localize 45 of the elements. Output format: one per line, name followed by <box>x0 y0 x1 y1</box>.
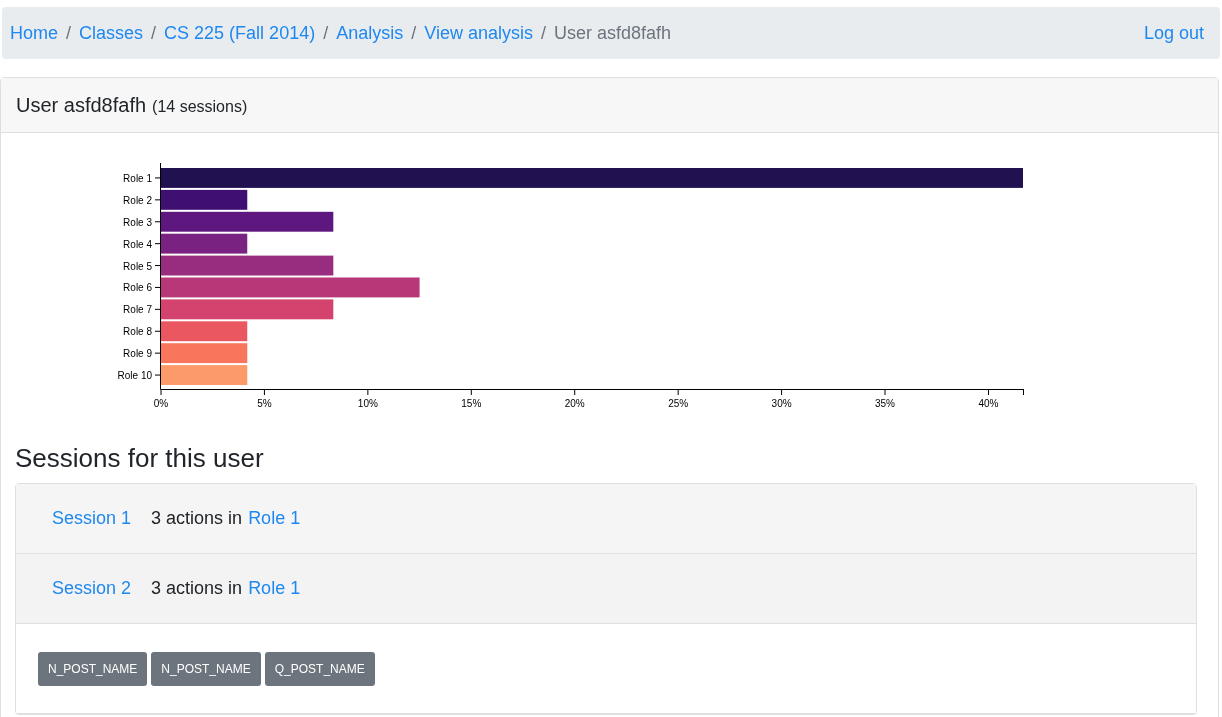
axis-label: 5% <box>257 398 272 409</box>
axis-label: Role 1 <box>123 172 152 184</box>
separator: / <box>410 21 418 45</box>
separator: / <box>65 21 73 45</box>
axis-label: 30% <box>771 398 792 409</box>
session-header[interactable]: Session 2 3 actions in Role 1 <box>16 554 1196 624</box>
section-heading: Sessions for this user <box>15 442 265 475</box>
separator: / <box>150 21 158 45</box>
session-summary: 3 actions in <box>151 577 243 600</box>
axis-label: 20% <box>564 398 585 409</box>
axis-label: 10% <box>357 398 378 409</box>
separator: / <box>322 21 330 45</box>
breadcrumb-link[interactable]: Home <box>10 19 58 47</box>
axis-label: 0% <box>153 398 169 409</box>
separator: / <box>539 21 547 45</box>
axis-label: Role 7 <box>123 304 152 316</box>
axis-label: Role 9 <box>123 348 152 360</box>
axis-label: 35% <box>875 398 896 409</box>
action-badge: N_POST_NAME <box>38 651 148 686</box>
breadcrumb-link[interactable]: CS 225 (Fall 2014) <box>164 19 316 47</box>
session-link[interactable]: Session 2 <box>52 575 132 602</box>
session-link[interactable]: Session 1 <box>52 505 132 532</box>
breadcrumb-current: User asfd8fafh <box>553 21 672 45</box>
axis-label: Role 10 <box>117 370 152 382</box>
action-badge: Q_POST_NAME <box>264 651 375 686</box>
breadcrumb-link[interactable]: View analysis <box>424 19 533 47</box>
role-link[interactable]: Role 1 <box>248 505 301 532</box>
session-header[interactable]: Session 1 3 actions in Role 1 <box>16 484 1196 554</box>
action-badge: N_POST_NAME <box>151 651 261 686</box>
breadcrumb-link[interactable]: Analysis <box>336 19 404 47</box>
logout-link[interactable]: Log out <box>1143 19 1204 47</box>
axis-label: Role 3 <box>123 216 152 228</box>
session-count: (14 sessions) <box>152 96 248 117</box>
axis-label: 25% <box>668 398 689 409</box>
session-summary: 3 actions in <box>151 507 243 530</box>
role-link[interactable]: Role 1 <box>248 575 301 602</box>
axis-label: Role 2 <box>123 194 152 206</box>
axis-label: Role 8 <box>123 326 152 338</box>
axis-label: Role 6 <box>123 282 152 294</box>
axis-label: Role 4 <box>123 238 152 250</box>
breadcrumb-link[interactable]: Classes <box>79 19 144 47</box>
axis-label: 15% <box>461 398 482 409</box>
card-title: User asfd8fafh <box>16 93 147 118</box>
axis-label: Role 5 <box>123 260 152 272</box>
axis-label: 40% <box>978 398 999 409</box>
